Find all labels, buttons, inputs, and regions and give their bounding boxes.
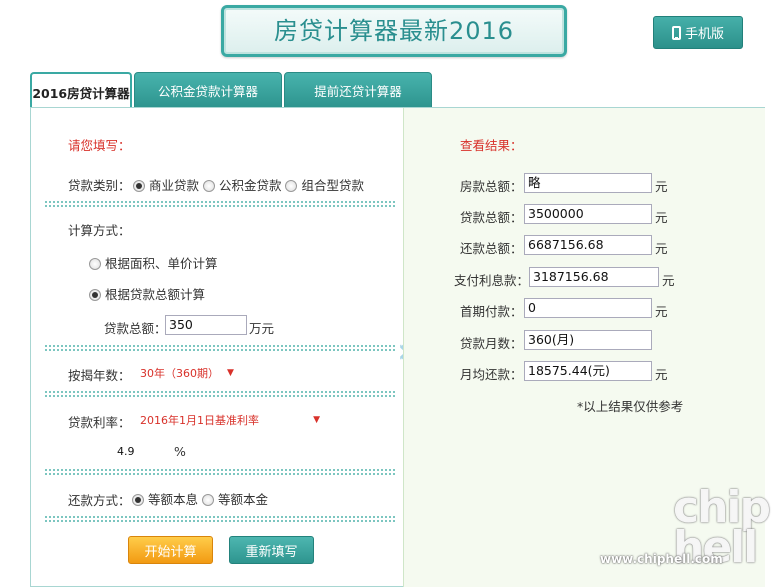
result-unit: 元 bbox=[655, 179, 668, 194]
loan-type-label: 贷款类别： bbox=[68, 178, 131, 193]
input-form: 请您填写： 贷款类别： 商业贷款 公积金贷款 组合型贷款 计算方式： 根据面积、… bbox=[31, 108, 403, 587]
result-unit: 元 bbox=[655, 210, 668, 225]
result-down-payment-field[interactable]: 0 bbox=[524, 298, 652, 318]
result-months-field[interactable]: 360(月) bbox=[524, 330, 652, 350]
divider bbox=[45, 516, 395, 522]
result-row-house-total: 房款总额： 略 元 bbox=[404, 173, 766, 194]
reset-button[interactable]: 重新填写 bbox=[229, 536, 314, 564]
result-note: *以上结果仅供参考 bbox=[577, 399, 684, 414]
result-label: 支付利息款： bbox=[454, 273, 530, 288]
dropdown-arrow-icon: ▼ bbox=[227, 368, 234, 378]
years-select-value: 30年（360期） bbox=[140, 367, 219, 380]
years-label: 按揭年数： bbox=[68, 368, 131, 383]
result-label: 首期付款： bbox=[460, 304, 523, 319]
loan-amount-input[interactable]: 350 bbox=[165, 315, 247, 335]
phone-icon bbox=[671, 25, 681, 40]
result-row-interest: 支付利息款： 3187156.68 元 bbox=[404, 267, 766, 288]
repay-method-label: 还款方式： bbox=[68, 493, 131, 508]
result-unit: 元 bbox=[662, 273, 675, 288]
tab-housing-fund[interactable]: 公积金贷款计算器 bbox=[134, 72, 282, 108]
tab-2016-mortgage[interactable]: 2016房贷计算器 bbox=[30, 72, 132, 110]
divider bbox=[45, 391, 395, 397]
calc-method-area-radio[interactable] bbox=[89, 258, 101, 270]
loan-type-commercial-label: 商业贷款 bbox=[148, 178, 199, 193]
calc-method-area-label: 根据面积、单价计算 bbox=[104, 256, 218, 271]
divider bbox=[45, 201, 395, 207]
result-interest-field[interactable]: 3187156.68 bbox=[529, 267, 659, 287]
mobile-version-button[interactable]: 手机版 bbox=[653, 16, 743, 49]
calc-method-total-radio[interactable] bbox=[89, 289, 101, 301]
result-monthly-payment-field[interactable]: 18575.44(元) bbox=[524, 361, 652, 381]
loan-amount-label: 贷款总额： bbox=[104, 321, 167, 336]
result-label: 还款总额： bbox=[460, 241, 523, 256]
result-row-loan-total: 贷款总额： 3500000 元 bbox=[404, 204, 766, 225]
loan-type-fund-label: 公积金贷款 bbox=[218, 178, 282, 193]
tab-prepayment[interactable]: 提前还贷计算器 bbox=[284, 72, 432, 108]
result-label: 房款总额： bbox=[460, 179, 523, 194]
repay-equal-principal-radio[interactable] bbox=[201, 494, 214, 506]
result-unit: 元 bbox=[655, 241, 668, 256]
result-unit: 元 bbox=[655, 367, 668, 382]
result-label: 贷款总额： bbox=[460, 210, 523, 225]
result-label: 贷款月数： bbox=[460, 336, 523, 351]
result-row-monthly-payment: 月均还款： 18575.44(元) 元 bbox=[404, 361, 766, 382]
page-title-banner: 房贷计算器最新2016 bbox=[221, 5, 567, 57]
chevron-right-icon: ›› bbox=[397, 331, 413, 371]
page-title: 房贷计算器最新2016 bbox=[273, 17, 515, 45]
loan-type-fund-radio[interactable] bbox=[202, 180, 215, 192]
divider bbox=[45, 345, 395, 351]
mobile-version-label: 手机版 bbox=[684, 27, 724, 42]
repay-equal-payment-label: 等额本息 bbox=[147, 492, 198, 507]
result-house-total-field[interactable]: 略 bbox=[524, 173, 652, 193]
calculator-tabs: 2016房贷计算器 公积金贷款计算器 提前还贷计算器 bbox=[30, 72, 432, 110]
rate-select-value: 2016年1月1日基准利率 bbox=[140, 414, 259, 427]
repay-method-radio-group: 等额本息 等额本金 bbox=[132, 489, 268, 508]
calc-method-total-option: 根据贷款总额计算 bbox=[89, 284, 205, 303]
result-loan-total-field[interactable]: 3500000 bbox=[524, 204, 652, 224]
repay-equal-payment-radio[interactable] bbox=[132, 494, 144, 506]
result-row-months: 贷款月数： 360(月) bbox=[404, 330, 766, 351]
result-row-repay-total: 还款总额： 6687156.68 元 bbox=[404, 235, 766, 256]
years-select[interactable]: 30年（360期） ▼ bbox=[140, 365, 234, 381]
loan-type-combined-label: 组合型贷款 bbox=[301, 178, 364, 193]
results-heading: 查看结果： bbox=[460, 138, 523, 153]
loan-type-combined-radio[interactable] bbox=[285, 180, 298, 192]
loan-type-commercial-radio[interactable] bbox=[133, 180, 145, 192]
repay-equal-principal-label: 等额本金 bbox=[217, 492, 268, 507]
form-heading: 请您填写： bbox=[68, 138, 131, 153]
calc-method-label: 计算方式： bbox=[68, 223, 131, 238]
result-label: 月均还款： bbox=[460, 367, 523, 382]
rate-select[interactable]: 2016年1月1日基准利率 ▼ bbox=[140, 412, 320, 428]
divider bbox=[45, 469, 395, 475]
loan-amount-unit: 万元 bbox=[249, 321, 275, 336]
start-calculate-button[interactable]: 开始计算 bbox=[128, 536, 213, 564]
dropdown-arrow-icon: ▼ bbox=[313, 415, 320, 425]
rate-input[interactable]: 4.9 bbox=[113, 442, 171, 462]
result-row-down-payment: 首期付款： 0 元 bbox=[404, 298, 766, 319]
result-unit: 元 bbox=[655, 304, 668, 319]
result-repay-total-field[interactable]: 6687156.68 bbox=[524, 235, 652, 255]
rate-unit: % bbox=[174, 444, 186, 459]
chiphell-watermark: chip hell www.chiphell.com bbox=[600, 480, 779, 587]
calc-method-area-option: 根据面积、单价计算 bbox=[89, 253, 218, 272]
rate-label: 贷款利率： bbox=[68, 415, 131, 430]
watermark-url: www.chiphell.com bbox=[600, 552, 723, 566]
loan-type-radio-group: 商业贷款 公积金贷款 组合型贷款 bbox=[133, 175, 364, 194]
calc-method-total-label: 根据贷款总额计算 bbox=[104, 287, 205, 302]
